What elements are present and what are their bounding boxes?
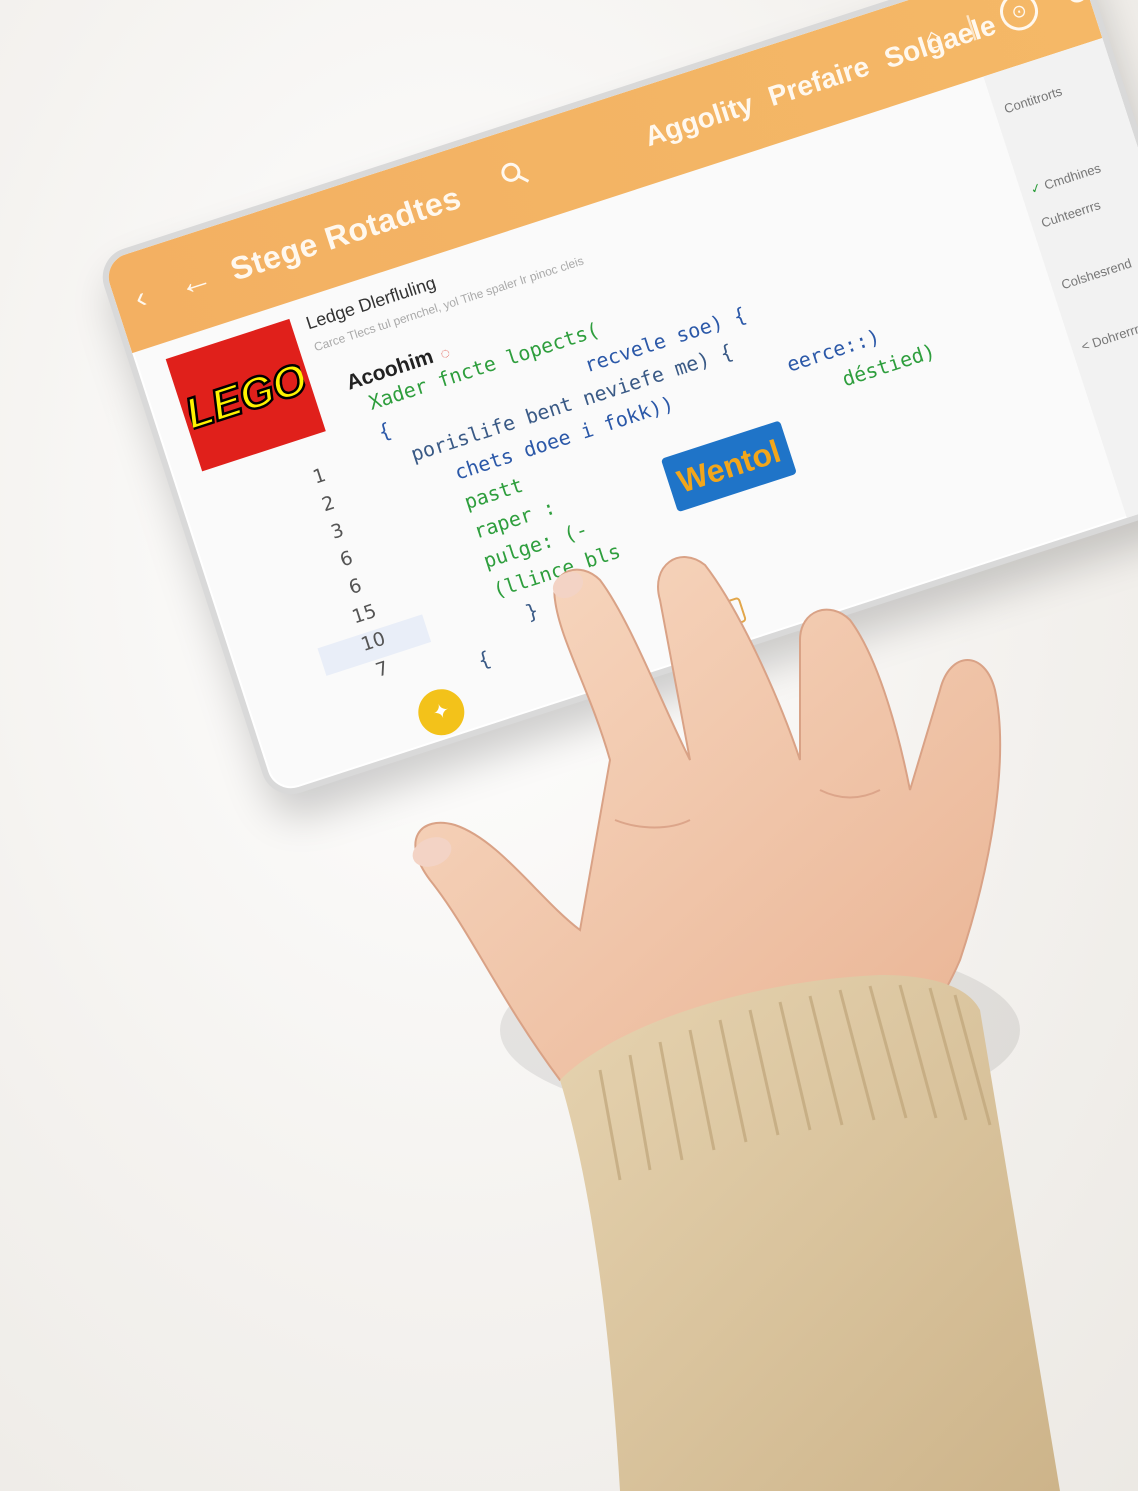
settings-dot-icon[interactable] [1064, 0, 1090, 6]
header-tabs[interactable]: Aggolity Prefaire Solgaele [641, 9, 1000, 153]
action-fab-icon[interactable]: ✦ [412, 683, 471, 742]
status-badge: ◌ [438, 344, 453, 364]
lego-logo: LEGO [165, 318, 326, 472]
hand-shadow [500, 940, 1020, 1120]
side-panel-item[interactable]: < Dohrerrrcs [1079, 317, 1138, 354]
sleeve [560, 975, 1060, 1491]
photo-scene: ‹ ← Stege Rotadtes Aggolity Prefaire Sol… [0, 0, 1138, 1491]
side-panel-item[interactable]: Cuhteerrrs [1039, 197, 1102, 230]
thumb-nail [412, 837, 452, 867]
app-header: ‹ ← Stege Rotadtes Aggolity Prefaire Sol… [102, 0, 1103, 354]
tablet-device: ‹ ← Stege Rotadtes Aggolity Prefaire Sol… [95, 0, 1138, 803]
profile-icon[interactable]: ⊙ [995, 0, 1043, 36]
back-arrow-icon[interactable]: ← [173, 258, 217, 306]
sleeve-ribbing [598, 984, 992, 1181]
svg-text:LEGO: LEGO [179, 354, 313, 439]
chevron-left-icon[interactable]: ‹ [131, 281, 151, 316]
finger-crease [819, 789, 881, 799]
finger-crease [614, 819, 691, 829]
side-panel-item[interactable]: Contitrorts [1002, 83, 1064, 116]
search-icon[interactable] [497, 157, 535, 200]
side-panel-item[interactable]: Colshesrend [1059, 255, 1133, 292]
side-panel-item[interactable]: ✓ Cmdhines [1028, 160, 1102, 198]
side-panel: Contitrorts ✓ Cmdhines Cuhteerrrs Colshe… [983, 37, 1138, 518]
